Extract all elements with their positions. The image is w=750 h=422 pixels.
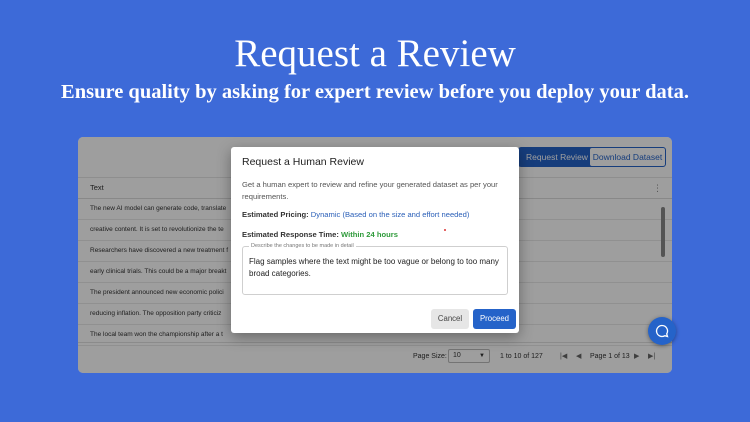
estimated-response-time: Estimated Response Time: Within 24 hours [242,230,398,239]
request-review-dialog: Request a Human Review Get a human exper… [231,147,519,333]
changes-field-label: Describe the changes to be made in detai… [249,242,356,251]
changes-textarea[interactable]: Describe the changes to be made in detai… [242,242,508,295]
hero-subtitle: Ensure quality by asking for expert revi… [61,81,689,103]
estimated-pricing: Estimated Pricing: Dynamic (Based on the… [242,210,469,219]
response-label: Estimated Response Time: [242,230,339,239]
pricing-label: Estimated Pricing: [242,210,309,219]
chat-button[interactable] [648,317,676,345]
cursor-dot [444,229,446,231]
dialog-description: Get a human expert to review and refine … [242,180,498,201]
dialog-title: Request a Human Review [242,156,364,168]
proceed-button[interactable]: Proceed [473,309,516,329]
response-value: Within 24 hours [341,230,398,239]
cancel-button[interactable]: Cancel [431,309,469,329]
pricing-value: Dynamic (Based on the size and effort ne… [310,210,470,219]
hero-title: Request a Review [234,32,516,75]
changes-field-value[interactable]: Flag samples where the text might be too… [249,256,499,279]
chat-bubble-icon [655,324,669,338]
